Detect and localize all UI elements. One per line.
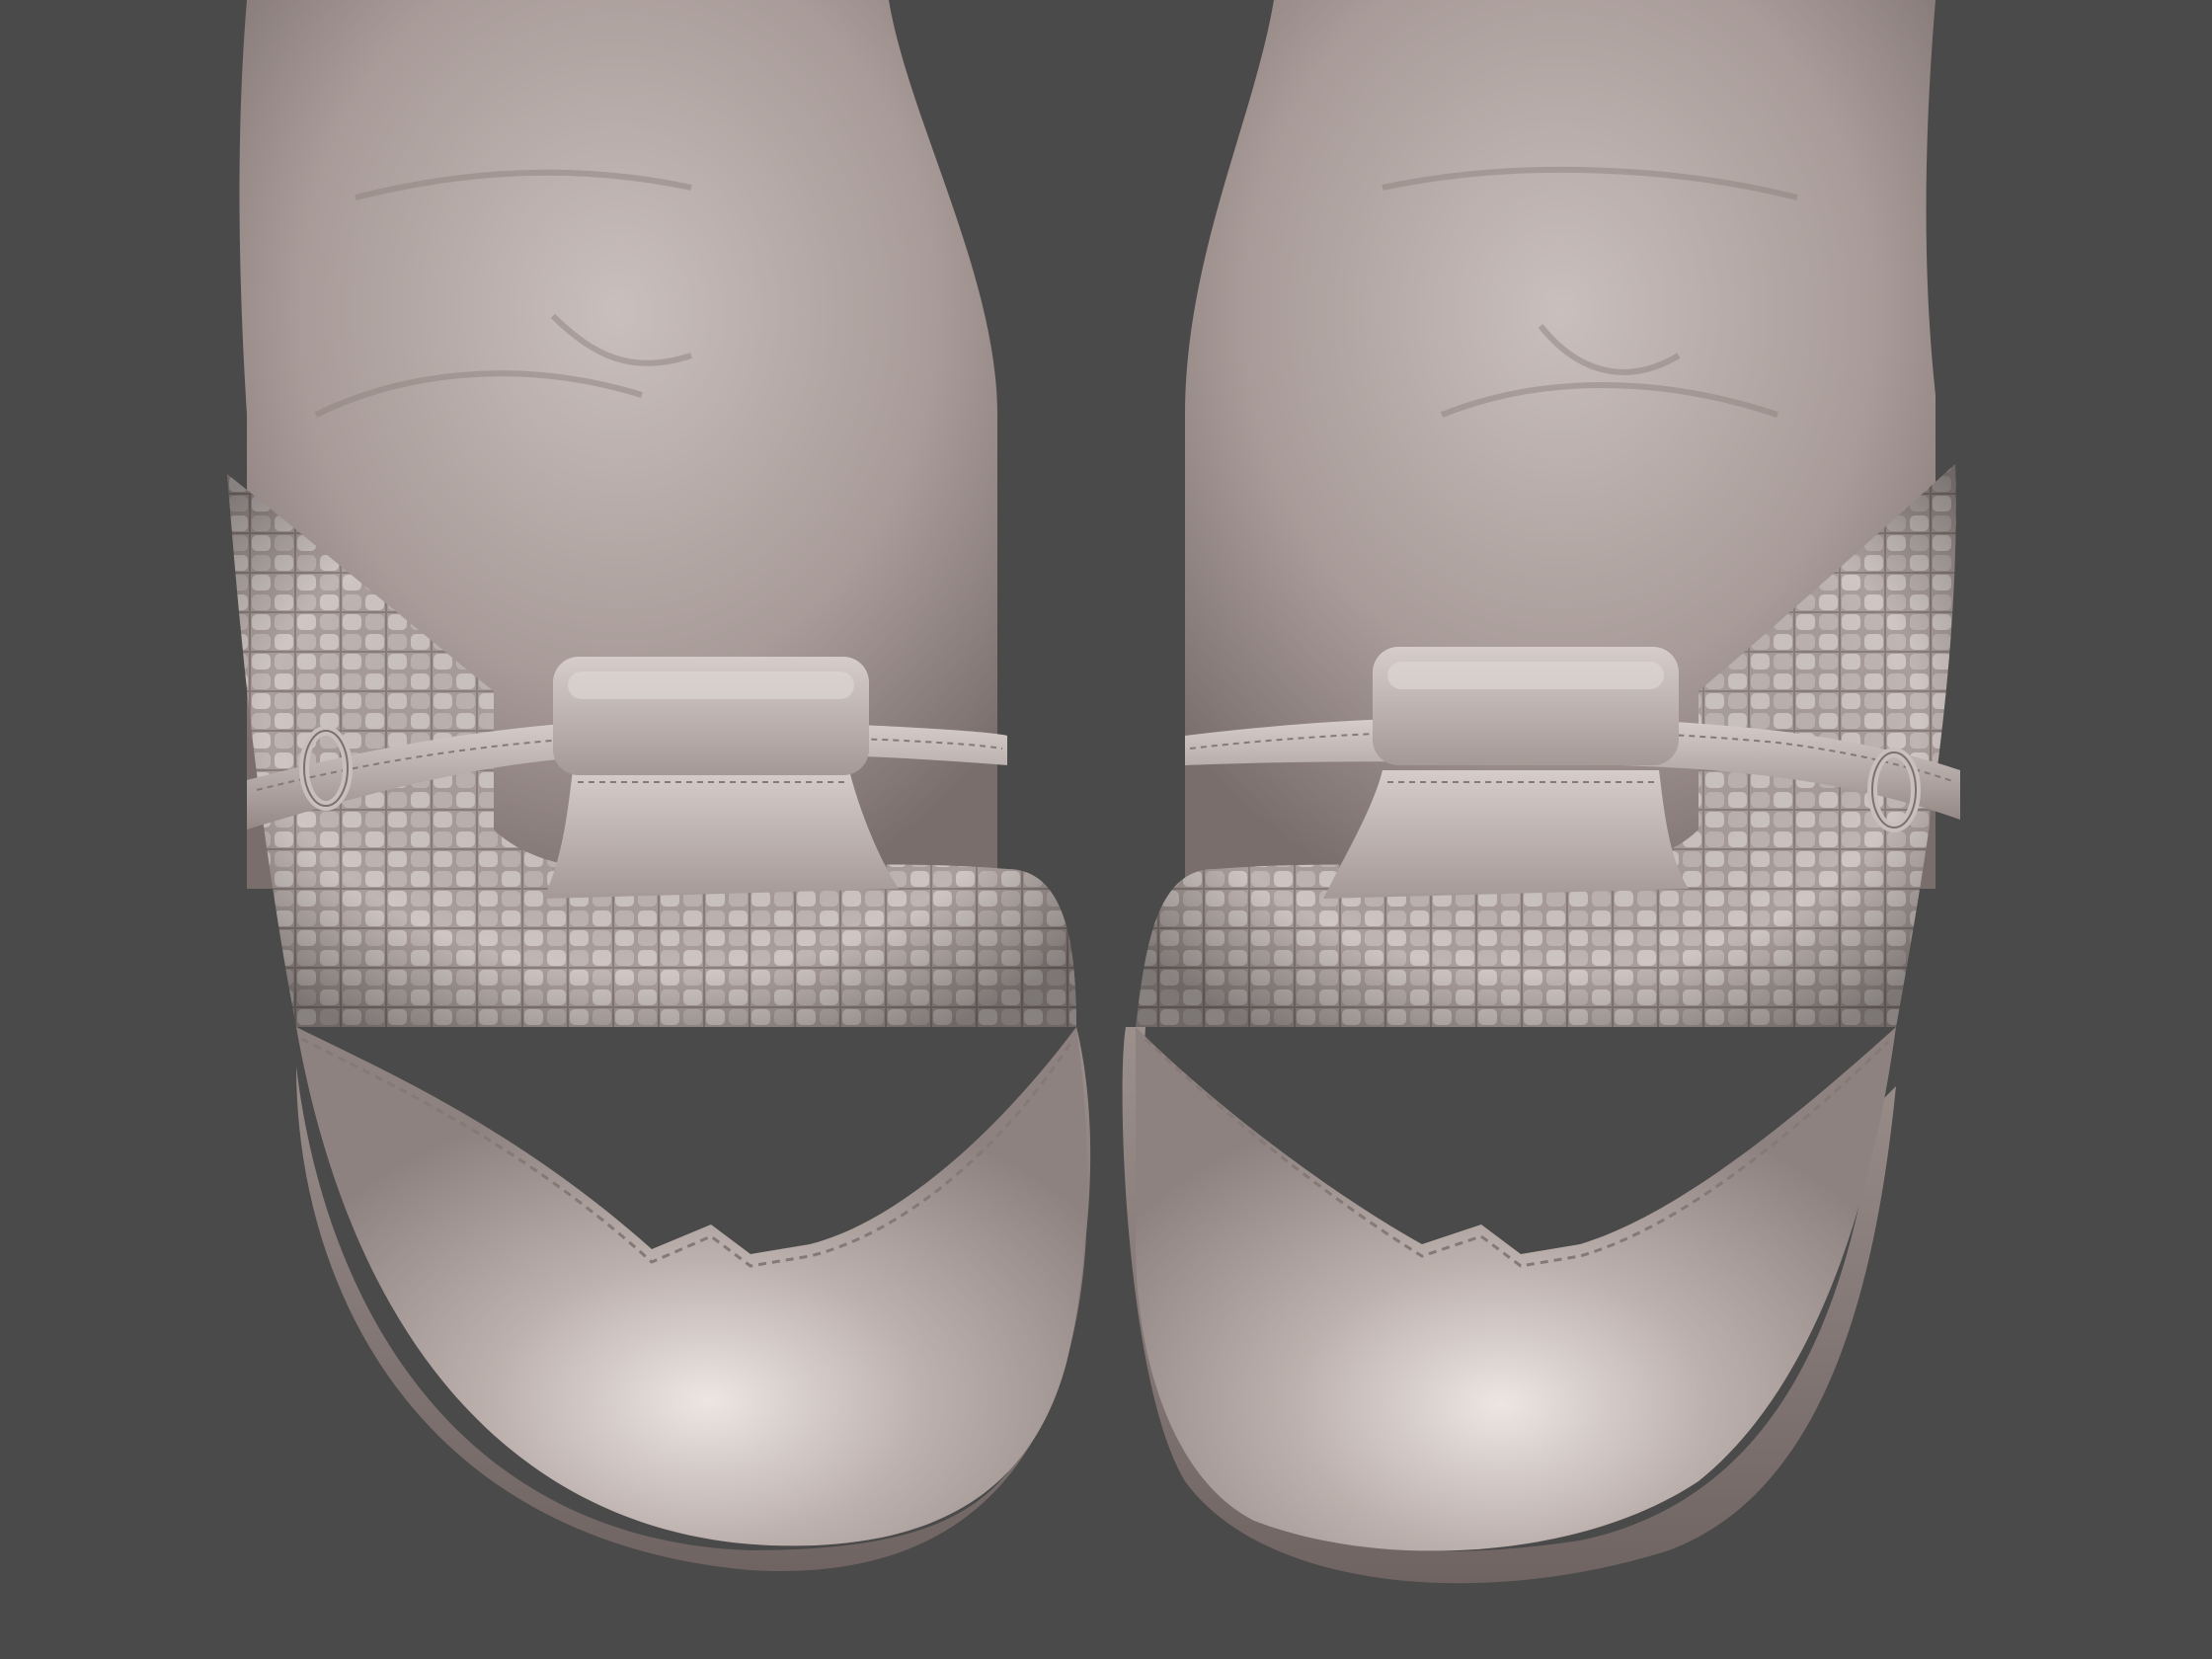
- right-tongue-tab-lower: [1323, 770, 1689, 899]
- right-shoe: [1122, 0, 1960, 1584]
- right-toe-cap: [1136, 1027, 1896, 1551]
- left-toe-cap: [296, 1027, 1087, 1546]
- render-canvas: [227, 0, 1960, 1584]
- left-tongue-tab-lower: [543, 770, 899, 899]
- left-shoe: [227, 0, 1091, 1572]
- sculpt-viewport: [0, 0, 2212, 1659]
